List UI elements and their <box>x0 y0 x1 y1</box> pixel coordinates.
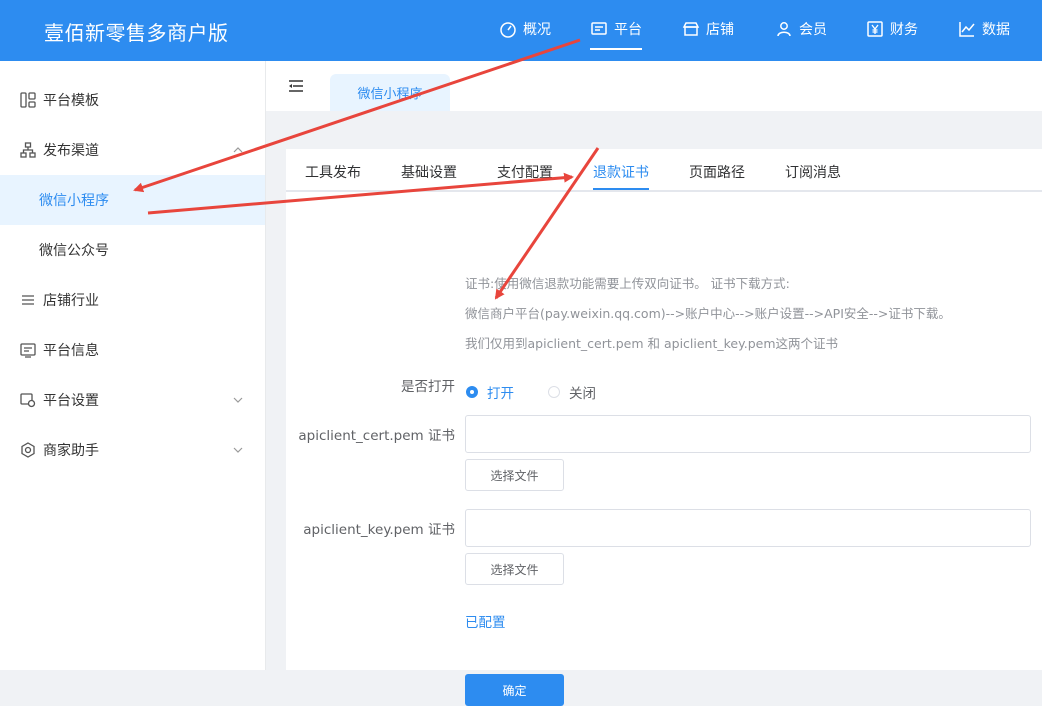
sidebar-item-label: 平台设置 <box>43 393 99 409</box>
cert-label: apiclient_cert.pem 证书 <box>298 428 455 444</box>
radio-dot <box>466 386 478 398</box>
cert-path-input[interactable] <box>465 415 1031 453</box>
sidebar-item-label: 店铺行业 <box>43 293 99 309</box>
nav-label: 店铺 <box>706 22 734 38</box>
sidebar-item-store-industry[interactable]: 店铺行业 <box>0 275 265 325</box>
page-tab-bar: 微信小程序 <box>266 61 1042 111</box>
nav-data[interactable]: 数据 <box>958 19 1010 39</box>
tab-tool-publish[interactable]: 工具发布 <box>305 162 361 182</box>
sidebar-item-label: 微信公众号 <box>39 243 109 259</box>
sidebar-item-platform-settings[interactable]: 平台设置 <box>0 375 265 425</box>
sidebar: 平台模板 发布渠道 微信小程序 微信公众号 店铺行业 平台信息 平台设置 商家助… <box>0 61 266 670</box>
sidebar-item-channels[interactable]: 发布渠道 <box>0 125 265 175</box>
sidebar-item-label: 发布渠道 <box>43 143 99 159</box>
sidebar-item-merchant-helper[interactable]: 商家助手 <box>0 425 265 475</box>
nav-store[interactable]: 店铺 <box>682 19 734 39</box>
settings-tabs: 工具发布 基础设置 支付配置 退款证书 页面路径 订阅消息 <box>286 149 1042 192</box>
radio-enable-off[interactable]: 关闭 <box>548 382 596 402</box>
choose-key-file-button[interactable]: 选择文件 <box>465 553 564 585</box>
chevron-down-icon <box>233 397 243 403</box>
nav-overview[interactable]: 概况 <box>499 19 551 39</box>
tab-subscribe-message[interactable]: 订阅消息 <box>785 162 841 182</box>
key-label: apiclient_key.pem 证书 <box>303 522 455 538</box>
cert-hint-line: 微信商户平台(pay.weixin.qq.com)-->账户中心-->账户设置-… <box>465 306 951 321</box>
platform-icon <box>591 22 607 35</box>
nav-label: 平台 <box>614 22 642 38</box>
cert-hint-line: 证书:使用微信退款功能需要上传双向证书。 证书下载方式: <box>465 276 790 291</box>
key-path-input[interactable] <box>465 509 1031 547</box>
page-tab-wechat-miniprogram[interactable]: 微信小程序 <box>330 74 450 111</box>
template-icon <box>20 92 36 108</box>
yen-icon <box>867 21 883 37</box>
dashboard-icon <box>500 22 516 38</box>
sidebar-item-label: 平台模板 <box>43 93 99 109</box>
cert-hint-line: 我们仅用到apiclient_cert.pem 和 apiclient_key.… <box>465 336 838 351</box>
helper-icon <box>20 442 36 458</box>
channels-icon <box>20 142 36 158</box>
user-icon <box>777 22 791 37</box>
tab-basic-settings[interactable]: 基础设置 <box>401 162 457 182</box>
radio-label: 关闭 <box>569 386 596 402</box>
configured-status[interactable]: 已配置 <box>465 611 506 631</box>
sidebar-item-label: 平台信息 <box>43 343 99 359</box>
sidebar-item-wechat-official[interactable]: 微信公众号 <box>0 225 265 275</box>
nav-label: 概况 <box>523 22 551 38</box>
nav-finance[interactable]: 财务 <box>866 19 918 39</box>
info-icon <box>20 342 36 358</box>
chevron-up-icon <box>233 147 243 153</box>
chart-line-icon <box>959 22 975 37</box>
top-nav: 概况 平台 店铺 会员 财务 数据 <box>0 0 1042 61</box>
nav-label: 会员 <box>799 22 827 38</box>
radio-dot <box>548 386 560 398</box>
tab-refund-cert[interactable]: 退款证书 <box>593 162 649 190</box>
sidebar-item-label: 商家助手 <box>43 443 99 459</box>
confirm-button[interactable]: 确定 <box>465 674 564 706</box>
sidebar-item-label: 微信小程序 <box>39 193 109 209</box>
sidebar-item-platform-info[interactable]: 平台信息 <box>0 325 265 375</box>
nav-member[interactable]: 会员 <box>775 19 827 39</box>
menu-toggle-icon[interactable] <box>288 79 304 93</box>
choose-cert-file-button[interactable]: 选择文件 <box>465 459 564 491</box>
sidebar-item-template[interactable]: 平台模板 <box>0 75 265 125</box>
content-card: 工具发布 基础设置 支付配置 退款证书 页面路径 订阅消息 证书:使用微信退款功… <box>286 149 1042 706</box>
radio-enable-on[interactable]: 打开 <box>466 382 514 402</box>
tab-page-path[interactable]: 页面路径 <box>689 162 745 182</box>
tab-payment-config[interactable]: 支付配置 <box>497 162 553 182</box>
store-icon <box>682 22 700 36</box>
list-icon <box>20 292 36 308</box>
nav-label: 财务 <box>890 22 918 38</box>
radio-label: 打开 <box>487 386 514 402</box>
chevron-down-icon <box>233 447 243 453</box>
nav-platform[interactable]: 平台 <box>590 19 642 50</box>
settings-icon <box>20 392 36 408</box>
sidebar-item-wechat-miniprogram[interactable]: 微信小程序 <box>0 175 265 225</box>
top-bar: 壹佰新零售多商户版 概况 平台 店铺 会员 财务 数据 <box>0 0 1042 61</box>
main-area: 微信小程序 工具发布 基础设置 支付配置 退款证书 页面路径 订阅消息 证书:使… <box>266 61 1042 706</box>
enable-label: 是否打开 <box>401 379 455 395</box>
nav-label: 数据 <box>982 22 1010 38</box>
